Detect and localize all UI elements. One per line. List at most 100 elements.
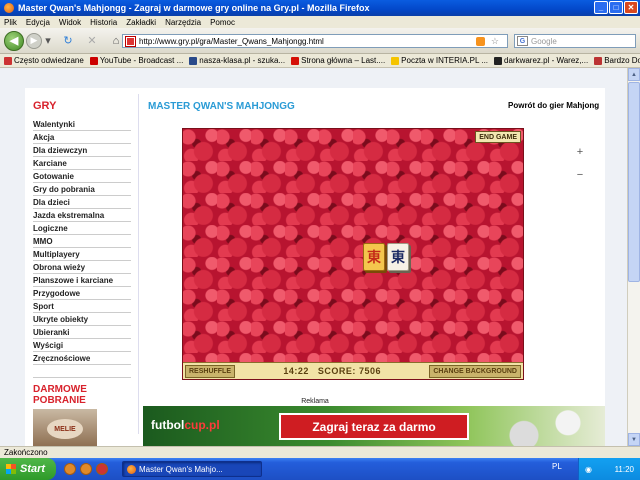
column-divider — [138, 94, 139, 434]
windows-logo-icon — [6, 464, 16, 474]
tray-icon[interactable]: ◉ — [585, 465, 592, 474]
sidebar-item-gotowanie[interactable]: Gotowanie — [33, 170, 131, 183]
scrollbar-thumb[interactable] — [628, 82, 640, 282]
score-value: 7506 — [358, 366, 381, 376]
ad-banner[interactable]: futbolcup.pl Zagraj teraz za darmo — [143, 406, 605, 446]
lastfm-icon — [291, 56, 300, 65]
bookmark-label: Poczta w INTERIA.PL ... — [401, 56, 489, 65]
menu-help[interactable]: Pomoc — [210, 18, 235, 27]
stop-icon[interactable]: ✕ — [84, 33, 100, 49]
sidebar-item-multiplayery[interactable]: Multiplayery — [33, 248, 131, 261]
window-titlebar: Master Qwan's Mahjongg - Zagraj w darmow… — [0, 0, 640, 16]
sidebar-heading: GRY — [33, 100, 57, 112]
sidebar-item-ukryte-obiekty[interactable]: Ukryte obiekty — [33, 313, 131, 326]
bookmark-item[interactable]: Poczta w INTERIA.PL ... — [391, 56, 488, 65]
scroll-down-arrow-icon[interactable]: ▼ — [628, 433, 640, 446]
change-background-button[interactable]: CHANGE BACKGROUND — [429, 364, 521, 378]
page-title: MASTER QWAN'S MAHJONGG — [148, 101, 295, 112]
sidebar-item-mmo[interactable]: MMO — [33, 235, 131, 248]
forward-button[interactable]: ▶ — [26, 32, 42, 49]
menu-edit[interactable]: Edycja — [26, 18, 50, 27]
search-placeholder: Google — [531, 36, 557, 46]
zoom-out-icon[interactable]: − — [573, 168, 587, 182]
sidebar-item-zrecznosciowe[interactable]: Zręcznościowe — [33, 352, 131, 365]
game-canvas[interactable]: END GAME 東 東 RESHUFFLE 14:22 SCORE: 7506… — [182, 128, 524, 380]
address-bar[interactable]: http://www.gry.pl/gra/Master_Qwans_Mahjo… — [122, 34, 508, 48]
sidebar-item-jazda-ekstremalna[interactable]: Jazda ekstremalna — [33, 209, 131, 222]
sidebar-item-obrona-wiezy[interactable]: Obrona wieży — [33, 261, 131, 274]
start-button[interactable]: Start — [0, 458, 56, 480]
nasza-klasa-icon — [189, 56, 198, 65]
bookmark-item[interactable]: darkwarez.pl - Warez,... — [494, 56, 588, 65]
reload-icon[interactable]: ↻ — [60, 33, 76, 49]
download-game-thumbnail[interactable]: MELIE — [33, 409, 97, 446]
language-indicator[interactable]: PL — [552, 462, 562, 471]
ad-label: Reklama — [301, 398, 329, 405]
quick-launch-icon[interactable] — [64, 463, 76, 475]
mahjong-tile[interactable]: 東 — [363, 243, 385, 271]
menu-view[interactable]: Widok — [59, 18, 81, 27]
status-text: Zakończono — [4, 448, 48, 457]
menu-tools[interactable]: Narzędzia — [165, 18, 201, 27]
quick-launch-icon[interactable] — [96, 463, 108, 475]
window-title: Master Qwan's Mahjongg - Zagraj w darmow… — [18, 3, 370, 13]
dropdown-arrow-icon[interactable]: ▾ — [44, 33, 52, 49]
google-icon[interactable]: G — [517, 36, 528, 46]
sidebar-item-walentynki[interactable]: Walentynki — [33, 118, 131, 131]
status-bar: Zakończono — [0, 446, 640, 458]
maximize-button[interactable]: □ — [609, 1, 623, 14]
download-heading-line1: DARMOWE — [33, 384, 87, 395]
back-button[interactable]: ◀ — [4, 30, 24, 51]
vertical-scrollbar[interactable]: ▲ ▼ — [627, 68, 640, 446]
bookmark-label: nasza-klasa.pl - szuka... — [199, 56, 286, 65]
bookmark-label: Często odwiedzane — [14, 56, 84, 65]
sidebar-item-karciane[interactable]: Karciane — [33, 157, 131, 170]
sidebar-item-wyscigi[interactable]: Wyścigi — [33, 339, 131, 352]
sidebar-item-gry-do-pobrania[interactable]: Gry do pobrania — [33, 183, 131, 196]
back-to-mahjong-link[interactable]: Powrót do gier Mahjong — [508, 101, 599, 110]
bookmark-favicon-icon — [4, 56, 12, 65]
clock[interactable]: 11:20 — [615, 465, 634, 474]
bookmark-favicon-icon — [594, 56, 603, 65]
zoom-in-icon[interactable]: + — [573, 145, 587, 159]
end-game-button[interactable]: END GAME — [475, 131, 521, 143]
rss-icon[interactable] — [476, 36, 485, 46]
interia-icon — [391, 56, 400, 65]
bookmark-item[interactable]: YouTube - Broadcast ... — [89, 56, 183, 65]
mahjong-tile[interactable]: 東 — [387, 243, 409, 271]
sidebar-item-sport[interactable]: Sport — [33, 300, 131, 313]
quick-launch — [64, 463, 108, 475]
close-button[interactable]: ✕ — [624, 1, 638, 14]
scroll-up-arrow-icon[interactable]: ▲ — [628, 68, 640, 81]
sidebar-item-logiczne[interactable]: Logiczne — [33, 222, 131, 235]
darkwarez-icon — [494, 56, 503, 65]
minimize-button[interactable]: _ — [594, 1, 608, 14]
sidebar-item-akcja[interactable]: Akcja — [33, 131, 131, 144]
search-input[interactable]: G Google — [514, 34, 636, 48]
bookmark-item[interactable]: nasza-klasa.pl - szuka... — [189, 56, 285, 65]
sidebar-item-planszowe[interactable]: Planszowe i karciane — [33, 274, 131, 287]
sidebar-item-przygodowe[interactable]: Przygodowe — [33, 287, 131, 300]
logo-main-text: futbol — [151, 418, 185, 432]
menu-bar: Plik Edycja Widok Historia Zakładki Narz… — [0, 16, 640, 28]
web-page: GRY Walentynki Akcja Dla dziewczyn Karci… — [25, 88, 605, 446]
sidebar-item-dla-dzieci[interactable]: Dla dzieci — [33, 196, 131, 209]
bookmark-item[interactable]: Często odwiedzane — [4, 56, 84, 65]
url-text: http://www.gry.pl/gra/Master_Qwans_Mahjo… — [139, 36, 324, 46]
site-favicon-icon — [125, 35, 136, 47]
reshuffle-button[interactable]: RESHUFFLE — [185, 364, 235, 378]
menu-history[interactable]: Historia — [90, 18, 117, 27]
bookmark-star-icon[interactable]: ☆ — [491, 36, 499, 47]
bookmark-item[interactable]: Strona główna – Last.... — [291, 56, 385, 65]
taskbar-firefox-task[interactable]: Master Qwan's Mahjo... — [122, 461, 262, 477]
menu-bookmarks[interactable]: Zakładki — [126, 18, 156, 27]
windows-taskbar: Start Master Qwan's Mahjo... PL ◉ 11:20 — [0, 458, 640, 480]
system-tray: ◉ 11:20 — [578, 458, 640, 480]
quick-launch-icon[interactable] — [80, 463, 92, 475]
sidebar-item-ubieranki[interactable]: Ubieranki — [33, 326, 131, 339]
game-status-bar: RESHUFFLE 14:22 SCORE: 7506 CHANGE BACKG… — [183, 362, 523, 379]
sidebar-item-dla-dziewczyn[interactable]: Dla dziewczyn — [33, 144, 131, 157]
bookmark-item[interactable]: Bardzo Dobry dermat... — [594, 56, 640, 65]
play-now-button[interactable]: Zagraj teraz za darmo — [279, 413, 469, 440]
menu-file[interactable]: Plik — [4, 18, 17, 27]
